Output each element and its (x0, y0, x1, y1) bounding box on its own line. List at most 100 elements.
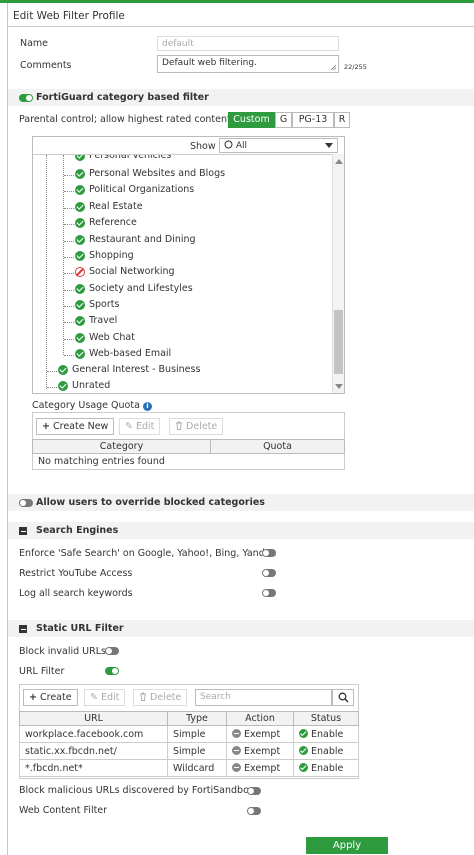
check-circle-icon (75, 155, 85, 161)
table-row[interactable]: static.xx.fbcdn.net/ Simple Exempt Enabl… (19, 742, 359, 760)
col-status[interactable]: Status (293, 711, 359, 726)
tree-line-root (46, 155, 47, 389)
name-label: Name (20, 38, 49, 49)
override-toggle[interactable] (19, 499, 33, 507)
url-filter-label: URL Filter (19, 666, 65, 677)
check-circle-icon (75, 185, 85, 195)
check-circle-icon (58, 365, 68, 375)
quota-edit-button[interactable]: ✎ Edit (119, 418, 161, 435)
log-keywords-label: Log all search keywords (19, 588, 133, 599)
override-title: Allow users to override blocked categori… (36, 497, 265, 508)
web-content-filter-toggle[interactable] (247, 807, 261, 815)
check-circle-icon (75, 349, 85, 359)
comments-label: Comments (20, 60, 72, 71)
scroll-down-icon[interactable] (335, 384, 343, 389)
url-filter-toggle[interactable] (105, 667, 119, 675)
category-tree: Show All Personal Vehicles Personal Webs… (32, 136, 345, 394)
check-circle-icon (75, 235, 85, 245)
tree-line-children (63, 155, 64, 355)
static-url-section-header: Static URL Filter (8, 620, 474, 637)
apply-button[interactable]: Apply (306, 837, 388, 854)
minus-circle-icon (232, 728, 241, 738)
tree-header-divider (33, 154, 344, 155)
block-malicious-label: Block malicious URLs discovered by Forti… (19, 785, 255, 796)
pencil-icon: ✎ (90, 692, 98, 703)
minus-circle-icon (232, 745, 241, 755)
url-create-button[interactable]: + Create (23, 689, 78, 706)
title-divider (8, 26, 474, 27)
safe-search-toggle[interactable] (262, 549, 276, 557)
name-input[interactable]: default (157, 36, 339, 51)
info-icon[interactable]: i (142, 402, 152, 411)
col-category[interactable]: Category (32, 439, 211, 454)
col-url[interactable]: URL (19, 711, 168, 726)
plus-icon: + (42, 421, 50, 432)
collapse-icon[interactable] (19, 625, 27, 633)
quota-delete-button[interactable]: Delete (169, 418, 224, 435)
trash-icon (176, 421, 182, 430)
show-filter-label: Show (190, 141, 216, 152)
scroll-up-icon[interactable] (335, 159, 343, 164)
log-keywords-toggle[interactable] (262, 589, 276, 597)
radio-circle-icon (224, 140, 233, 149)
scroll-thumb[interactable] (334, 310, 343, 374)
trash-icon (140, 692, 146, 701)
col-action[interactable]: Action (226, 711, 294, 726)
comments-value: Default web filtering. (162, 58, 257, 68)
rating-custom[interactable]: Custom (228, 112, 275, 128)
url-search-input[interactable]: Search (195, 689, 332, 706)
quota-empty-message: No matching entries found (32, 453, 345, 470)
url-filter-table: URL Type Action Status workplace.faceboo… (19, 711, 359, 777)
web-content-filter-label: Web Content Filter (19, 805, 108, 816)
url-search-button[interactable] (332, 689, 354, 706)
parental-control-label: Parental control; allow highest rated co… (19, 114, 231, 125)
block-invalid-toggle[interactable] (105, 647, 119, 655)
fortiguard-toggle[interactable] (19, 94, 33, 102)
block-invalid-label: Block invalid URLs (19, 646, 106, 657)
check-circle-icon (75, 251, 85, 261)
check-circle-icon (299, 745, 308, 755)
search-engines-title: Search Engines (36, 525, 119, 536)
quota-create-button[interactable]: + Create New (36, 418, 115, 435)
table-row[interactable]: *.fbcdn.net* Wildcard Exempt Enable (19, 759, 359, 777)
check-circle-icon (75, 316, 85, 326)
url-edit-button[interactable]: ✎ Edit (84, 689, 126, 706)
check-circle-icon (75, 202, 85, 212)
check-circle-icon (299, 762, 308, 772)
collapse-icon[interactable] (19, 527, 27, 535)
table-row[interactable]: workplace.facebook.com Simple Exempt Ena… (19, 725, 359, 743)
col-type[interactable]: Type (167, 711, 227, 726)
tree-scrollbar[interactable] (332, 154, 344, 393)
plus-icon: + (29, 692, 37, 703)
check-circle-icon (75, 169, 85, 179)
window-title: Edit Web Filter Profile (13, 10, 125, 22)
check-circle-icon (75, 284, 85, 294)
static-url-title: Static URL Filter (36, 623, 124, 634)
search-engines-section-header: Search Engines (8, 522, 474, 539)
rating-g[interactable]: G (275, 112, 292, 128)
edit-web-filter-panel: Edit Web Filter Profile Name default Com… (7, 3, 474, 855)
block-malicious-toggle[interactable] (247, 787, 261, 795)
pencil-icon: ✎ (125, 421, 133, 432)
quota-title: Category Usage Quota i (32, 400, 152, 411)
rating-pg13[interactable]: PG-13 (292, 112, 334, 128)
minus-circle-icon (232, 762, 241, 772)
check-circle-icon (75, 333, 85, 343)
fortiguard-section-header: FortiGuard category based filter (8, 89, 474, 106)
comments-textarea[interactable]: Default web filtering. (157, 55, 339, 73)
resize-grip-icon[interactable] (330, 64, 337, 71)
col-quota[interactable]: Quota (210, 439, 345, 454)
url-delete-button[interactable]: Delete (133, 689, 188, 706)
check-circle-icon (75, 218, 85, 228)
show-filter-value: All (235, 141, 248, 151)
check-circle-icon (299, 728, 308, 738)
magnifier-icon (338, 692, 349, 703)
check-circle-icon (75, 300, 85, 310)
rating-r[interactable]: R (334, 112, 350, 128)
show-filter-select[interactable]: All (219, 138, 338, 153)
no-entry-icon (75, 267, 85, 277)
comments-count: 22/255 (344, 63, 367, 71)
youtube-toggle[interactable] (262, 569, 276, 577)
check-circle-icon (58, 381, 68, 391)
quota-table: Category Quota No matching entries found (32, 439, 345, 470)
